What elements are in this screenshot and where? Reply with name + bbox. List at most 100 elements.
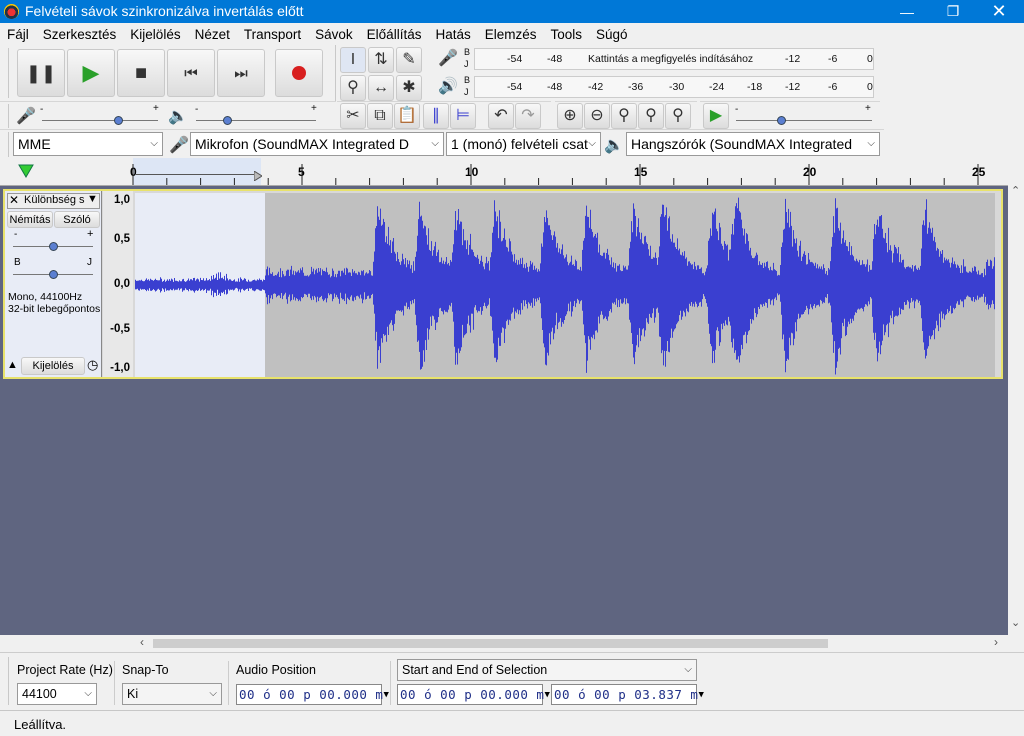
selection-end-field[interactable]: 00 ó 00 p 03.837 m ▼ (551, 684, 704, 705)
chevron-down-icon: ⌵ (684, 664, 692, 675)
horizontal-scroll-thumb[interactable] (153, 639, 828, 648)
pan-slider[interactable] (49, 270, 58, 279)
pause-button[interactable]: ❚❚ (17, 49, 65, 97)
trim-button[interactable]: ∥ (423, 103, 449, 129)
track-name-menu[interactable]: Különbség s (24, 194, 85, 206)
silence-button[interactable]: ⊨ (450, 103, 476, 129)
project-rate-select[interactable]: 44100 ⌵ (17, 683, 97, 705)
maximize-icon[interactable]: ❐ (930, 0, 976, 23)
copy-icon: ⧉ (374, 107, 386, 124)
playback-speed-slider[interactable] (777, 116, 786, 125)
ruler-ticks (132, 164, 979, 185)
playback-device-select[interactable]: Hangszórók (SoundMAX Integrated ⌵ (626, 132, 880, 156)
close-icon[interactable]: ✕ (976, 0, 1022, 23)
menu-tracks[interactable]: Sávok (308, 27, 360, 42)
fit-selection-button[interactable]: ⚲ (611, 103, 637, 129)
play-at-speed-toolbar: ▶ - + (700, 101, 880, 129)
multi-tool-icon: ✱ (402, 79, 416, 96)
scroll-up-icon[interactable]: ⌃ (1011, 184, 1020, 197)
snap-to-select[interactable]: Ki ⌵ (122, 683, 222, 705)
play-button[interactable]: ▶ (67, 49, 115, 97)
chevron-down-icon: ▼ (544, 689, 551, 700)
menu-edit[interactable]: Szerkesztés (36, 27, 124, 42)
window-title: Felvételi sávok szinkronizálva invertálá… (25, 3, 304, 19)
horizontal-scrollbar[interactable]: ‹ › (140, 635, 1008, 651)
paste-button[interactable]: 📋 (394, 103, 420, 129)
selection-mode-select[interactable]: Start and End of Selection ⌵ (397, 659, 697, 681)
zoom-out-button[interactable]: ⊖ (584, 103, 610, 129)
recording-device-select[interactable]: Mikrofon (SoundMAX Integrated D ⌵ (190, 132, 444, 156)
scroll-down-icon[interactable]: ⌄ (1011, 616, 1020, 629)
menu-file[interactable]: Fájl (0, 27, 36, 42)
envelope-tool-button[interactable]: ⇅ (368, 47, 394, 73)
mute-button[interactable]: Némítás (7, 211, 53, 228)
undo-button[interactable]: ↶ (488, 103, 514, 129)
playback-meter[interactable]: -54 -48 -42 -36 -30 -24 -18 -12 -6 0 (474, 76, 874, 98)
zoom-in-button[interactable]: ⊕ (557, 103, 583, 129)
menu-select[interactable]: Kijelölés (123, 27, 187, 42)
zoom-toggle-button[interactable]: ⚲ (665, 103, 691, 129)
menu-analyze[interactable]: Elemzés (478, 27, 544, 42)
timeline-ruler[interactable]: 0 5 10 15 20 25 (0, 158, 1008, 186)
stop-button[interactable]: ■ (117, 49, 165, 97)
record-meter-mic-icon[interactable]: 🎤 (438, 48, 458, 68)
speaker-icon: 🔈 (168, 108, 188, 125)
vertical-scrollbar[interactable]: ⌃ ⌄ (1008, 184, 1024, 635)
track-format-rate: Mono, 44100Hz (8, 291, 83, 303)
audio-track[interactable]: ✕ Különbség s ▼ Némítás Szóló - + B J Mo… (3, 189, 1003, 379)
draw-tool-button[interactable]: ✎ (396, 47, 422, 73)
zoom-tool-button[interactable]: ⚲ (340, 75, 366, 101)
menu-transport[interactable]: Transport (237, 27, 308, 42)
copy-button[interactable]: ⧉ (367, 103, 393, 129)
play-channel-right: J (464, 87, 469, 97)
gain-slider[interactable] (49, 242, 58, 251)
track-menu-chevron-icon[interactable]: ▼ (87, 193, 98, 205)
vertical-ruler[interactable]: 1,0 0,5 0,0 -0,5 -1,0 (103, 191, 133, 377)
time-shift-tool-button[interactable]: ↔ (368, 75, 394, 101)
chevron-down-icon: ⌵ (867, 138, 875, 149)
solo-button[interactable]: Szóló (54, 211, 100, 228)
pencil-icon: ✎ (402, 51, 416, 68)
multi-tool-button[interactable]: ✱ (396, 75, 422, 101)
play-channel-left: B (464, 75, 471, 85)
play-at-speed-button[interactable]: ▶ (703, 103, 729, 129)
transport-toolbar: ❚❚ ▶ ■ ⏮ ⏭ (0, 45, 336, 101)
cut-button[interactable]: ✂ (340, 103, 366, 129)
fit-project-button[interactable]: ⚲ (638, 103, 664, 129)
chevron-down-icon: ⌵ (431, 138, 439, 149)
skip-to-start-button[interactable]: ⏮ (167, 49, 215, 97)
close-track-icon[interactable]: ✕ (9, 193, 19, 207)
recording-channels-select[interactable]: 1 (monó) felvételi csat ⌵ (446, 132, 601, 156)
record-meter[interactable]: -54 -48 Kattintás a megfigyelés indításá… (474, 48, 874, 70)
menu-help[interactable]: Súgó (589, 27, 635, 42)
play-meter-speaker-icon[interactable]: 🔊 (438, 76, 458, 96)
waveform-display[interactable] (135, 193, 995, 377)
minimize-icon[interactable]: — (884, 0, 930, 23)
redo-button[interactable]: ↷ (515, 103, 541, 129)
skip-to-end-button[interactable]: ⏭ (217, 49, 265, 97)
recording-volume-slider[interactable] (114, 116, 123, 125)
track-area[interactable]: ✕ Különbség s ▼ Némítás Szóló - + B J Mo… (0, 186, 1008, 635)
menu-generate[interactable]: Előállítás (360, 27, 429, 42)
mic-icon: 🎤 (16, 108, 36, 125)
meter-toolbar: 🎤 B J -54 -48 Kattintás a megfigyelés in… (430, 45, 880, 101)
track-control-panel[interactable]: ✕ Különbség s ▼ Némítás Szóló - + B J Mo… (5, 191, 102, 377)
audio-position-field[interactable]: 00 ó 00 p 00.000 m ▼ (236, 684, 389, 705)
project-rate-label: Project Rate (Hz) (17, 663, 113, 677)
scroll-right-icon[interactable]: › (994, 635, 998, 649)
record-button[interactable] (275, 49, 323, 97)
mic-icon: 🎤 (169, 137, 189, 154)
collapse-track-icon[interactable]: ▲ (7, 359, 18, 371)
i-beam-icon: I (350, 51, 356, 68)
menu-tools[interactable]: Tools (544, 27, 590, 42)
menu-view[interactable]: Nézet (188, 27, 237, 42)
selection-start-field[interactable]: 00 ó 00 p 00.000 m ▼ (397, 684, 550, 705)
view-toolbar: ⊕ ⊖ ⚲ ⚲ ⚲ (555, 101, 697, 129)
audio-host-select[interactable]: MME ⌵ (13, 132, 163, 156)
playback-volume-slider[interactable] (223, 116, 232, 125)
select-track-button[interactable]: Kijelölés (21, 357, 85, 375)
audacity-logo-icon (4, 4, 19, 19)
scroll-left-icon[interactable]: ‹ (140, 635, 144, 649)
selection-tool-button[interactable]: I (340, 47, 366, 73)
menu-effect[interactable]: Hatás (428, 27, 477, 42)
